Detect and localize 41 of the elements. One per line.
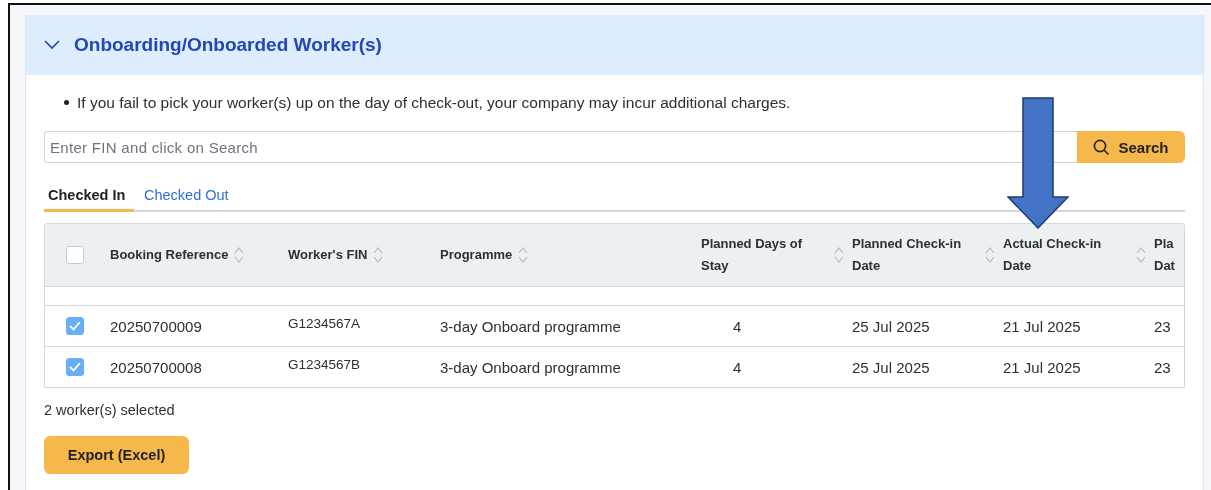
sort-icon[interactable] bbox=[518, 246, 529, 264]
sort-icon[interactable] bbox=[985, 246, 995, 264]
export-button[interactable]: Export (Excel) bbox=[44, 436, 189, 474]
table-cell: 23 bbox=[1154, 358, 1171, 376]
tab[interactable]: Checked In bbox=[44, 183, 134, 212]
table-cell: 21 Jul 2025 bbox=[1003, 317, 1081, 335]
table-cell: 20250700009 bbox=[110, 317, 202, 335]
column-header: Pla Dat bbox=[1154, 235, 1175, 275]
table-cell: 20250700008 bbox=[110, 358, 202, 376]
table-cell: 25 Jul 2025 bbox=[852, 317, 930, 335]
selection-count: 2 worker(s) selected bbox=[44, 402, 176, 418]
row-checkbox[interactable] bbox=[65, 317, 84, 335]
select-all-checkbox[interactable] bbox=[65, 246, 84, 264]
chevron-icon[interactable] bbox=[44, 40, 60, 50]
column-header: Actual Check-in Date bbox=[1003, 235, 1102, 275]
column-header: Worker's FIN bbox=[288, 246, 368, 264]
notice-text: If you fail to pick your worker(s) up on the day of check-out, your company may incur additional charges. bbox=[64, 93, 1185, 113]
table-cell: 3-day Onboard programme bbox=[440, 317, 621, 335]
table-cell: 21 Jul 2025 bbox=[1003, 358, 1081, 376]
column-header: Booking Reference bbox=[110, 246, 229, 264]
column-header: Planned Days of Stay bbox=[701, 235, 803, 275]
section-header[interactable]: Onboarding/Onboarded Worker(s) bbox=[26, 15, 1203, 75]
search-field[interactable]: Enter FIN and click on Search bbox=[44, 131, 1077, 163]
sort-icon[interactable] bbox=[1136, 246, 1146, 264]
column-header: Programme bbox=[440, 246, 513, 264]
table-cell: G1234567B bbox=[288, 356, 361, 372]
table-cell: 25 Jul 2025 bbox=[852, 358, 930, 376]
tab[interactable]: Checked Out bbox=[140, 183, 233, 212]
search-button[interactable]: Search bbox=[1077, 131, 1185, 163]
table-cell: 4 bbox=[733, 358, 742, 376]
sort-icon[interactable] bbox=[834, 246, 844, 264]
table-cell: 3-day Onboard programme bbox=[440, 358, 621, 376]
table-cell: 23 bbox=[1154, 317, 1171, 335]
column-header: Planned Check-in Date bbox=[852, 235, 962, 275]
table-cell: G1234567A bbox=[288, 315, 361, 331]
section-title: Onboarding/Onboarded Worker(s) bbox=[74, 34, 382, 56]
search-icon bbox=[1093, 138, 1111, 156]
sort-icon[interactable] bbox=[373, 246, 384, 264]
row-checkbox[interactable] bbox=[65, 358, 84, 376]
table-cell: 4 bbox=[733, 317, 742, 335]
sort-icon[interactable] bbox=[234, 246, 245, 264]
